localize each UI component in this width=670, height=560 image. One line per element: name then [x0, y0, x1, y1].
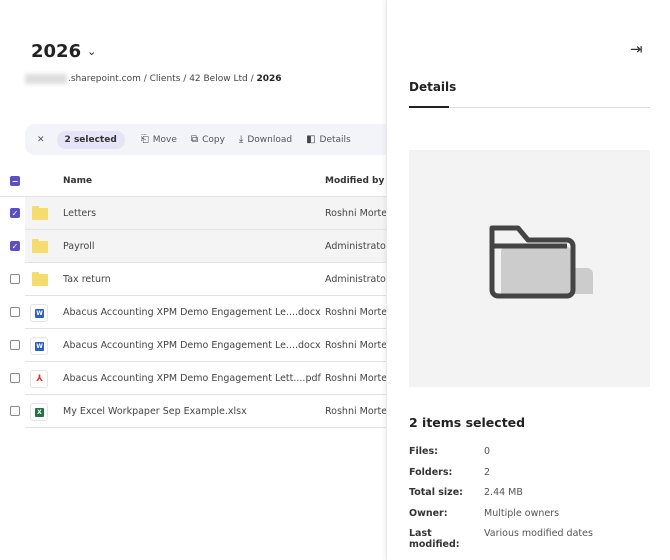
row-checkbox[interactable]: ✓: [10, 241, 20, 251]
table-header: − Name Modified by: [0, 168, 386, 197]
details-panel: ⇥ Details 2 items selected Files: 0 Folder…: [386, 0, 670, 560]
download-button[interactable]: ⤓ Download: [239, 134, 292, 145]
detail-field: Folders: 2: [409, 467, 490, 478]
table-row[interactable]: X My Excel Workpaper Sep Example.xlsx Rosh…: [10, 395, 386, 428]
move-label: Move: [152, 134, 177, 145]
field-value: Various modified dates: [484, 528, 593, 539]
copy-icon: ⧉: [190, 134, 199, 145]
preview-area: [409, 150, 650, 387]
blurred-host: [25, 74, 67, 84]
move-icon: ⎗: [140, 134, 149, 145]
file-name[interactable]: Abacus Accounting XPM Demo Engagement Le…: [63, 373, 321, 384]
row-checkbox[interactable]: [10, 406, 20, 416]
table-row[interactable]: ✓ Payroll Administrator: [10, 230, 386, 263]
download-label: Download: [247, 134, 293, 145]
modified-by: Administrator: [325, 241, 386, 252]
move-button[interactable]: ⎗ Move: [141, 134, 177, 145]
chevron-down-icon: ⌄: [87, 45, 97, 58]
file-name[interactable]: Letters: [63, 208, 96, 219]
field-label: Total size:: [409, 487, 463, 498]
breadcrumb: .sharepoint.com / Clients / 42 Below Ltd…: [25, 74, 282, 84]
folder-icon: [32, 239, 48, 253]
excel-file-icon: X: [30, 403, 48, 421]
detail-field: Files: 0: [409, 446, 490, 457]
file-name[interactable]: My Excel Workpaper Sep Example.xlsx: [63, 406, 247, 417]
field-value: Multiple owners: [484, 507, 560, 519]
detail-field: Last modified: Various modified dates: [409, 528, 593, 550]
selection-toolbar: ✕ 2 selected ⎗ Move ⧉ Copy ⤓ Download ◧ Deta…: [25, 124, 395, 155]
field-value: 0: [484, 446, 491, 457]
modified-by: Roshni Morten: [325, 373, 386, 384]
field-label: Files:: [409, 446, 438, 457]
modified-by: Administrator: [325, 274, 386, 285]
file-name[interactable]: Tax return: [63, 274, 111, 285]
file-name[interactable]: Payroll: [63, 241, 95, 252]
detail-field: Total size: 2.44 MB: [409, 487, 523, 498]
selected-count-badge: 2 selected: [56, 130, 125, 149]
folder-icon: [32, 272, 48, 286]
row-checkbox[interactable]: ✓: [10, 208, 20, 218]
selection-summary: 2 items selected: [409, 415, 526, 430]
word-file-icon: W: [30, 304, 48, 322]
column-name[interactable]: Name: [63, 176, 92, 186]
field-value: 2.44 MB: [484, 487, 523, 498]
collapse-panel-icon[interactable]: ⇥: [630, 40, 643, 58]
field-value: 2: [484, 466, 491, 478]
pdf-file-icon: ⅄: [30, 370, 48, 388]
breadcrumb-current: 2026: [256, 74, 282, 84]
select-all-checkbox[interactable]: −: [10, 176, 20, 186]
modified-by: Roshni Morten: [325, 208, 386, 219]
folder-icon: [32, 206, 48, 220]
tab-details[interactable]: Details: [409, 80, 456, 94]
modified-by: Roshni Morten: [325, 340, 386, 351]
clear-selection-icon[interactable]: ✕: [37, 135, 45, 145]
field-label: Last modified:: [409, 528, 460, 550]
breadcrumb-clients[interactable]: Clients: [150, 74, 181, 84]
row-checkbox[interactable]: [10, 307, 20, 317]
modified-by: Roshni Morten: [325, 406, 386, 417]
word-file-icon: W: [30, 337, 48, 355]
row-checkbox[interactable]: [10, 340, 20, 350]
details-button[interactable]: ◧ Details: [306, 134, 351, 145]
download-icon: ⤓: [238, 134, 244, 145]
tab-indicator: [409, 106, 449, 108]
breadcrumb-host[interactable]: .sharepoint.com: [68, 74, 141, 84]
copy-label: Copy: [202, 134, 225, 145]
title-text: 2026: [31, 41, 82, 62]
row-checkbox[interactable]: [10, 373, 20, 383]
table-row[interactable]: ✓ Letters Roshni Morten: [10, 197, 386, 230]
folder-title[interactable]: 2026 ⌄: [31, 41, 96, 62]
table-row[interactable]: W Abacus Accounting XPM Demo Engagement L…: [10, 296, 386, 329]
column-modified-by[interactable]: Modified by: [325, 176, 384, 186]
table-row[interactable]: Tax return Administrator: [10, 263, 386, 296]
detail-field: Owner: Multiple owners: [409, 508, 559, 519]
copy-button[interactable]: ⧉ Copy: [191, 134, 225, 145]
row-checkbox[interactable]: [10, 274, 20, 284]
folder-preview-icon: [489, 225, 593, 299]
breadcrumb-client[interactable]: 42 Below Ltd: [189, 74, 248, 84]
file-name[interactable]: Abacus Accounting XPM Demo Engagement Le…: [63, 307, 321, 318]
breadcrumb-sep: /: [143, 74, 147, 84]
field-label: Folders:: [409, 466, 453, 478]
modified-by: Roshni Morten: [325, 307, 386, 318]
file-name[interactable]: Abacus Accounting XPM Demo Engagement Le…: [63, 340, 321, 351]
breadcrumb-sep: /: [183, 74, 187, 84]
table-row[interactable]: W Abacus Accounting XPM Demo Engagement L…: [10, 329, 386, 362]
details-label: Details: [319, 134, 351, 145]
details-panel-icon: ◧: [306, 134, 316, 145]
field-label: Owner:: [409, 507, 448, 519]
table-row[interactable]: ⅄ Abacus Accounting XPM Demo Engagement L…: [10, 362, 386, 395]
breadcrumb-sep: /: [250, 74, 254, 84]
